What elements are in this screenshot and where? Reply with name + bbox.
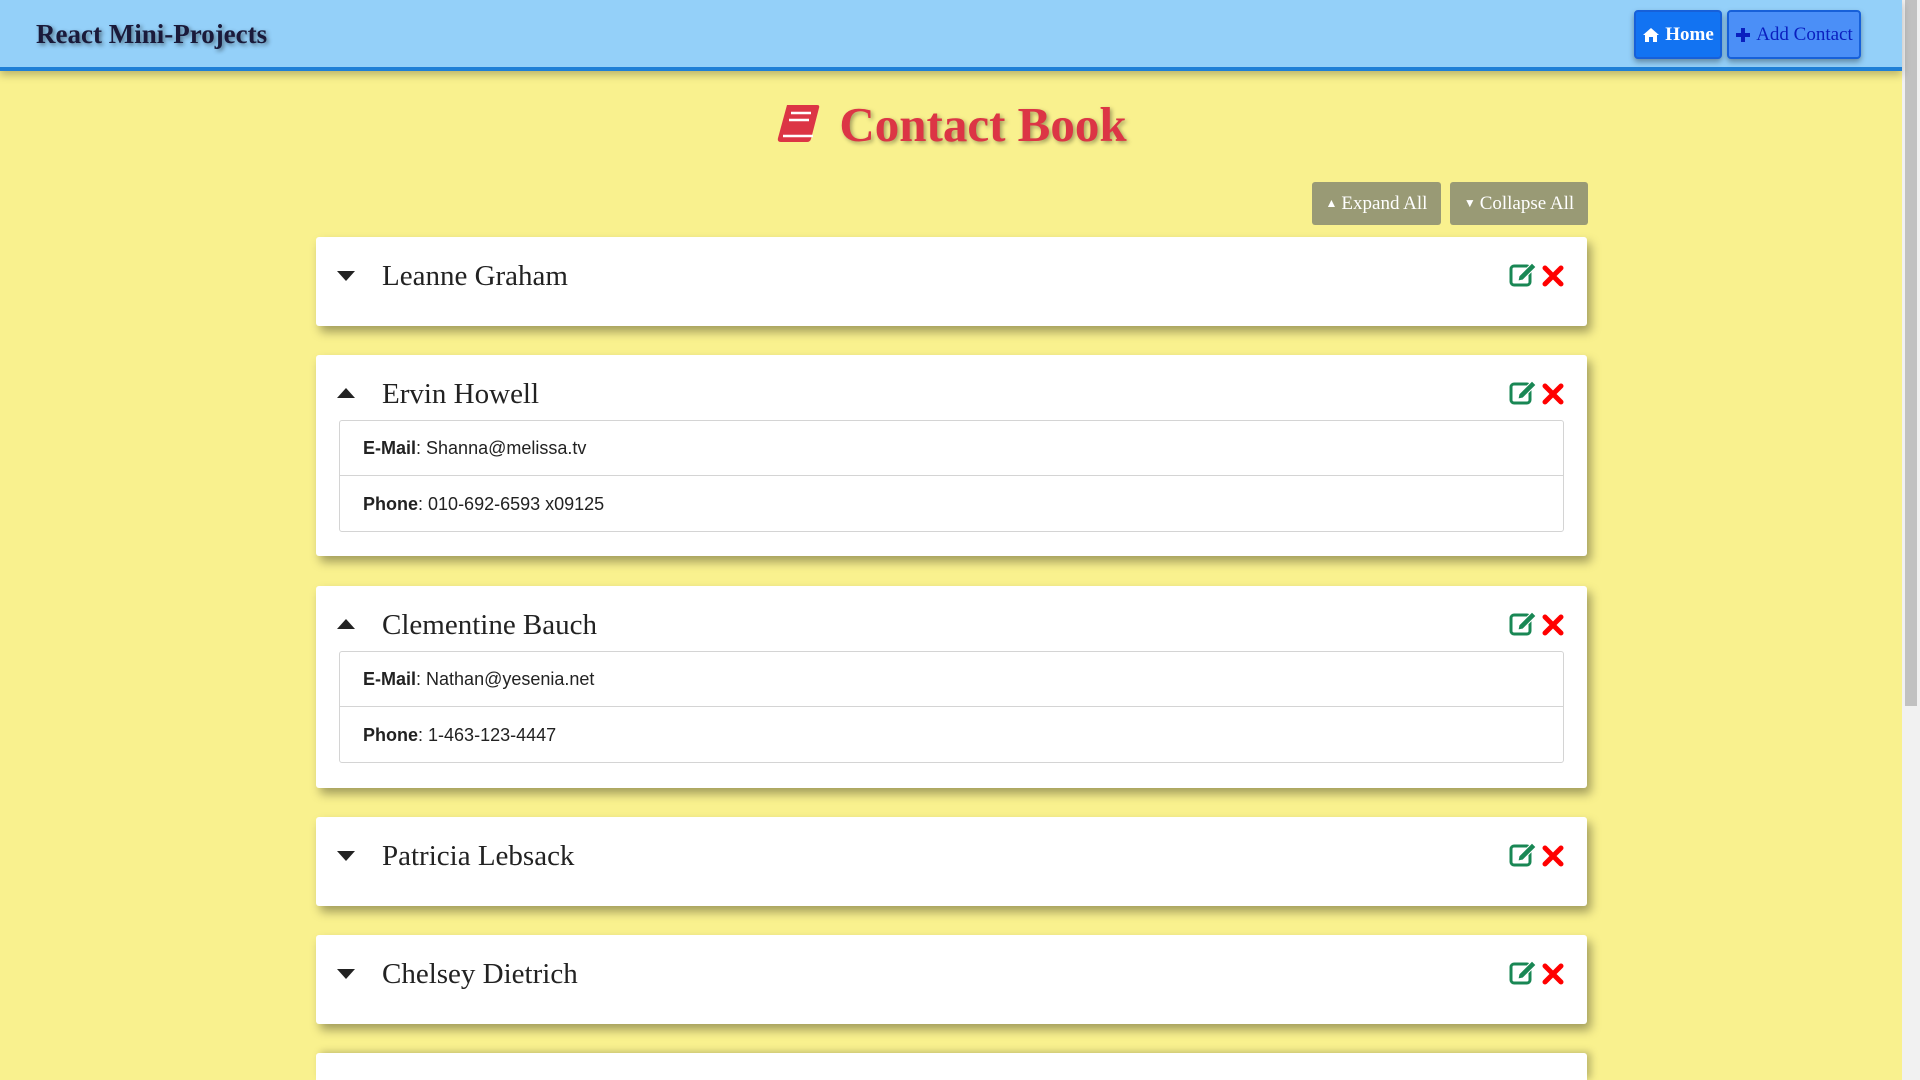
phone-label: Phone — [363, 725, 419, 745]
contact-details: E-Mail: Shanna@melissa.tv Phone: 010-692… — [339, 420, 1564, 532]
page-title: Contact Book — [0, 96, 1902, 157]
contact-card: Clementine Bauch E-Mail: Nathan@yesenia.… — [316, 586, 1587, 788]
contact-card: Ervin Howell E-Mail: Shanna@melissa.tv P… — [316, 355, 1587, 556]
close-icon[interactable] — [1542, 845, 1564, 867]
contact-name: Chelsey Dietrich — [382, 958, 578, 990]
book-icon — [775, 100, 821, 157]
plus-icon — [1736, 27, 1751, 42]
contact-card: Chelsey Dietrich — [316, 935, 1587, 1024]
caret-up-icon: ▲ — [1325, 196, 1338, 210]
caret-down-icon[interactable] — [337, 969, 355, 979]
email-value: Shanna@melissa.tv — [426, 437, 587, 458]
caret-down-icon[interactable] — [337, 271, 355, 281]
edit-icon[interactable] — [1509, 959, 1537, 985]
email-row: E-Mail: Shanna@melissa.tv — [340, 421, 1563, 476]
collapse-all-button[interactable]: ▼ Collapse All — [1450, 182, 1588, 225]
add-contact-button-label: Add Contact — [1756, 23, 1853, 45]
edit-icon[interactable] — [1509, 379, 1537, 405]
caret-up-icon[interactable] — [337, 388, 355, 398]
label-separator: : — [418, 725, 429, 745]
edit-icon[interactable] — [1509, 261, 1537, 287]
contact-name: Clementine Bauch — [382, 609, 598, 641]
email-row: E-Mail: Nathan@yesenia.net — [340, 652, 1563, 707]
contact-card-header[interactable]: Patricia Lebsack — [316, 817, 1587, 905]
close-icon[interactable] — [1542, 383, 1564, 405]
edit-icon[interactable] — [1509, 610, 1537, 636]
email-label: E-Mail — [363, 668, 417, 689]
label-separator: : — [416, 668, 427, 689]
contact-name: Leanne Graham — [382, 260, 568, 292]
phone-label: Phone — [363, 494, 419, 514]
contact-name: Ervin Howell — [382, 378, 540, 410]
expand-all-button[interactable]: ▲ Expand All — [1312, 182, 1441, 225]
contact-card-header[interactable]: Chelsey Dietrich — [316, 935, 1587, 1023]
scrollbar-thumb[interactable] — [1905, 0, 1917, 706]
email-value: Nathan@yesenia.net — [426, 668, 595, 689]
close-icon[interactable] — [1542, 265, 1564, 287]
collapse-all-label: Collapse All — [1479, 192, 1575, 214]
close-icon[interactable] — [1542, 963, 1564, 985]
caret-up-icon[interactable] — [337, 619, 355, 629]
home-button[interactable]: Home — [1634, 10, 1722, 59]
phone-value: 1-463-123-4447 — [428, 725, 557, 745]
add-contact-button[interactable]: Add Contact — [1727, 10, 1861, 59]
contact-card — [316, 1053, 1587, 1080]
navbar: React Mini-Projects Home Add Contact — [0, 0, 1902, 71]
email-label: E-Mail — [363, 437, 417, 458]
caret-down-icon[interactable] — [337, 851, 355, 861]
contact-name: Patricia Lebsack — [382, 840, 575, 872]
home-icon — [1643, 27, 1660, 42]
close-icon[interactable] — [1542, 614, 1564, 636]
caret-down-icon: ▼ — [1463, 196, 1476, 210]
phone-row: Phone: 010-692-6593 x09125 — [340, 477, 1563, 532]
label-separator: : — [418, 494, 429, 514]
contact-card: Leanne Graham — [316, 237, 1587, 326]
brand-title[interactable]: React Mini-Projects — [36, 19, 267, 50]
contact-card: Patricia Lebsack — [316, 817, 1587, 906]
expand-all-label: Expand All — [1341, 192, 1428, 214]
contact-card-header[interactable]: Leanne Graham — [316, 237, 1587, 325]
phone-row: Phone: 1-463-123-4447 — [340, 708, 1563, 763]
contact-details: E-Mail: Nathan@yesenia.net Phone: 1-463-… — [339, 651, 1564, 763]
page-title-text: Contact Book — [839, 97, 1127, 152]
edit-icon[interactable] — [1509, 841, 1537, 867]
phone-value: 010-692-6593 x09125 — [428, 494, 605, 514]
home-button-label: Home — [1665, 23, 1714, 45]
label-separator: : — [416, 437, 427, 458]
